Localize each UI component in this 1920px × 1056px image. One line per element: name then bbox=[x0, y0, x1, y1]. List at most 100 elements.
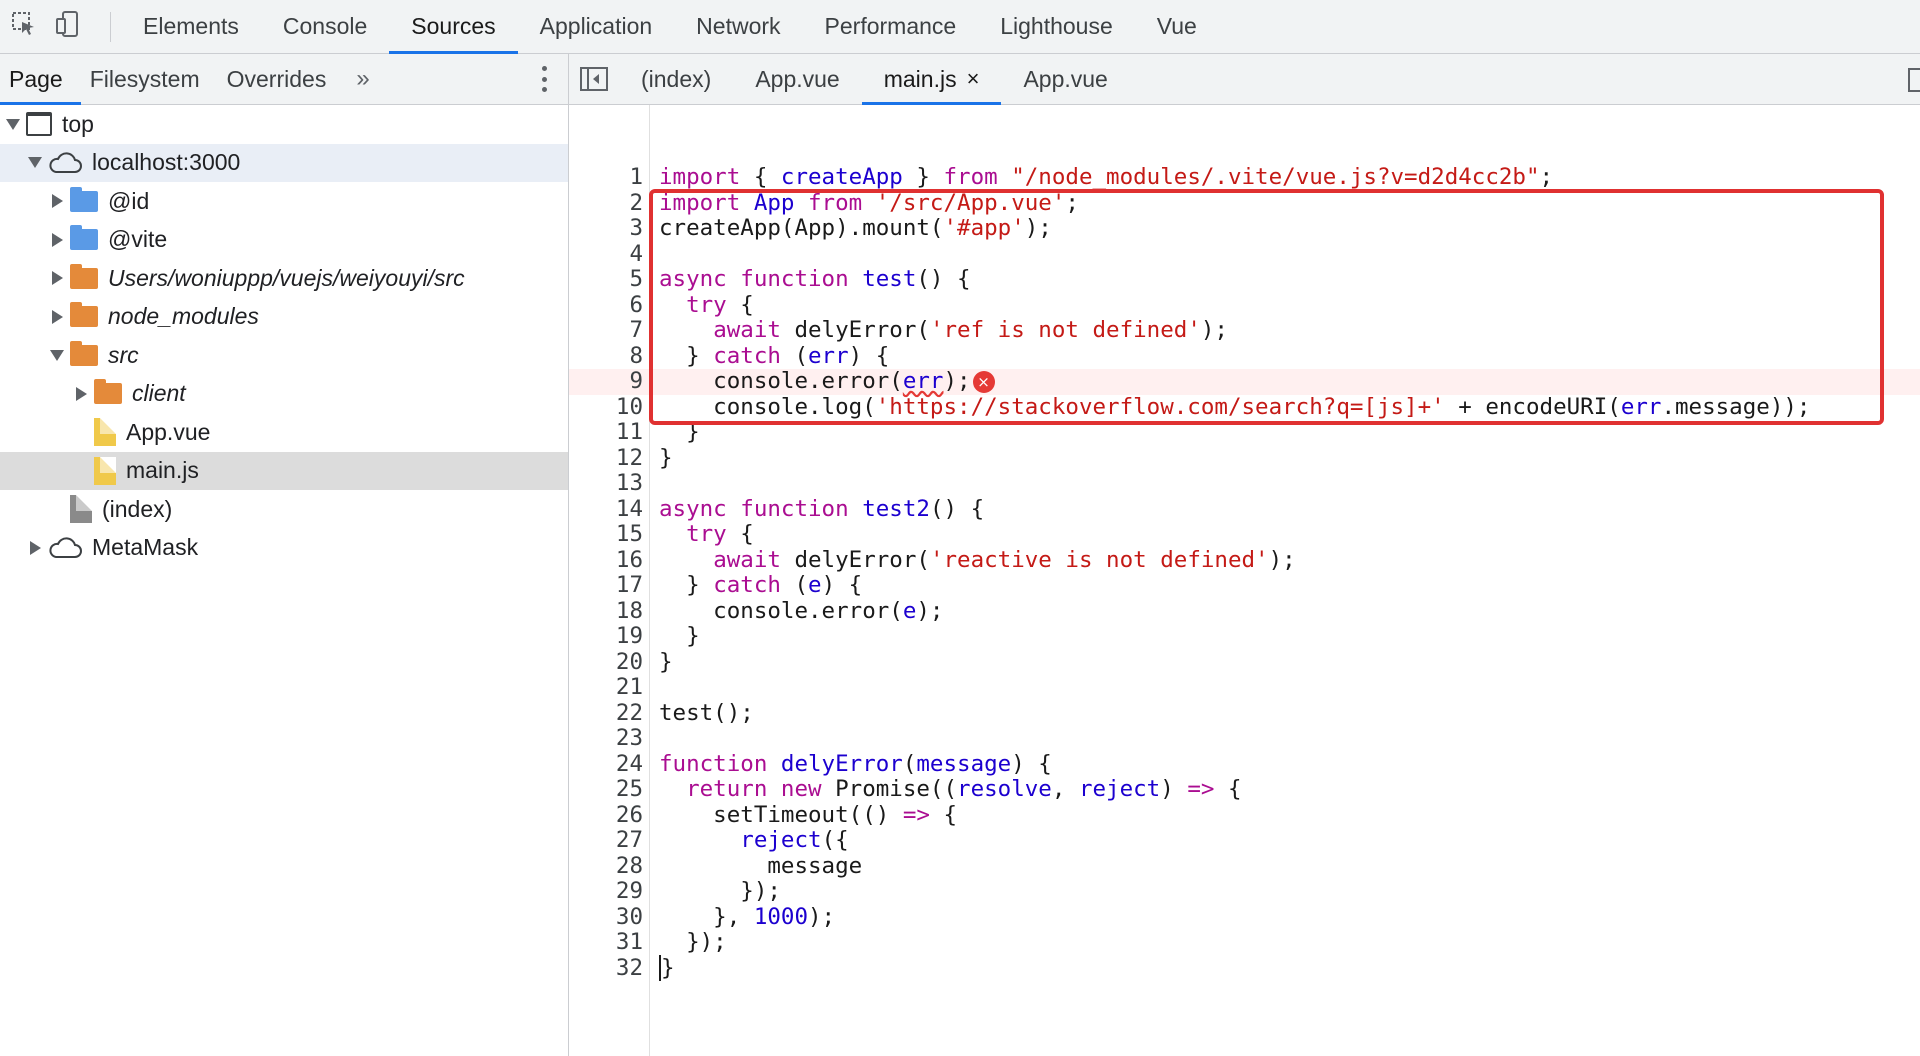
editor-tab[interactable]: App.vue bbox=[1001, 54, 1129, 104]
tree-toggle[interactable] bbox=[44, 271, 70, 286]
line-number[interactable]: 25 bbox=[569, 776, 643, 803]
tab-application[interactable]: Application bbox=[518, 0, 675, 53]
line-number[interactable]: 11 bbox=[569, 419, 643, 446]
line-number[interactable]: 3 bbox=[569, 215, 643, 242]
line-number[interactable]: 24 bbox=[569, 751, 643, 778]
code-token: resolve bbox=[957, 776, 1052, 802]
collapsed-arrow-icon[interactable] bbox=[51, 309, 63, 324]
device-toolbar-icon[interactable] bbox=[54, 10, 82, 43]
line-number[interactable]: 7 bbox=[569, 317, 643, 344]
line-number[interactable]: 23 bbox=[569, 725, 643, 752]
tree-toggle[interactable] bbox=[44, 349, 70, 361]
code-token: '#app' bbox=[943, 215, 1025, 241]
kebab-menu-icon[interactable] bbox=[542, 66, 548, 92]
code-token: } bbox=[659, 954, 675, 981]
tab-sources[interactable]: Sources bbox=[389, 0, 519, 54]
code-token: ; bbox=[1539, 164, 1554, 190]
tab-vue[interactable]: Vue bbox=[1135, 0, 1219, 53]
tree-item[interactable]: top bbox=[0, 105, 568, 144]
line-number[interactable]: 27 bbox=[569, 827, 643, 854]
code-token: return new bbox=[686, 776, 822, 802]
line-number[interactable]: 17 bbox=[569, 572, 643, 599]
tree-toggle[interactable] bbox=[44, 309, 70, 324]
line-number[interactable]: 28 bbox=[569, 853, 643, 880]
line-number[interactable]: 2 bbox=[569, 190, 643, 217]
tree-toggle[interactable] bbox=[0, 118, 26, 130]
code-lines: 1 import { createApp } from "/node_module… bbox=[569, 164, 1920, 982]
line-number[interactable]: 5 bbox=[569, 266, 643, 293]
tree-item[interactable]: main.js bbox=[0, 451, 568, 490]
line-number[interactable]: 26 bbox=[569, 802, 643, 829]
code-token: App bbox=[753, 189, 795, 216]
tree-toggle[interactable] bbox=[44, 232, 70, 247]
line-number[interactable]: 15 bbox=[569, 521, 643, 548]
expanded-arrow-icon[interactable] bbox=[50, 349, 64, 361]
source-editor: (index) App.vue main.js × App.vue 1 import { … bbox=[569, 54, 1920, 1056]
tree-item[interactable]: @id bbox=[0, 182, 568, 221]
tab-lighthouse[interactable]: Lighthouse bbox=[978, 0, 1135, 53]
line-number[interactable]: 9 bbox=[569, 368, 643, 395]
line-number[interactable]: 12 bbox=[569, 445, 643, 472]
frame-icon bbox=[26, 112, 52, 137]
line-number[interactable]: 8 bbox=[569, 343, 643, 370]
tree-item[interactable]: node_modules bbox=[0, 298, 568, 337]
editor-tab[interactable]: App.vue bbox=[733, 54, 861, 104]
line-number[interactable]: 16 bbox=[569, 547, 643, 574]
tree-item[interactable]: Users/woniuppp/vuejs/weiyouyi/src bbox=[0, 259, 568, 298]
tree-item[interactable]: @vite bbox=[0, 221, 568, 260]
line-number[interactable]: 20 bbox=[569, 649, 643, 676]
line-number[interactable]: 31 bbox=[569, 929, 643, 956]
tab-performance[interactable]: Performance bbox=[803, 0, 979, 53]
tree-item[interactable]: src bbox=[0, 336, 568, 375]
line-number[interactable]: 1 bbox=[569, 164, 643, 191]
tree-toggle[interactable] bbox=[22, 540, 48, 555]
tree-item[interactable]: MetaMask bbox=[0, 529, 568, 568]
navigator-tab-filesystem[interactable]: Filesystem bbox=[81, 54, 218, 104]
line-number[interactable]: 30 bbox=[569, 904, 643, 931]
line-number[interactable]: 22 bbox=[569, 700, 643, 727]
line-number[interactable]: 13 bbox=[569, 470, 643, 497]
collapsed-arrow-icon[interactable] bbox=[75, 386, 87, 401]
code-area[interactable]: 1 import { createApp } from "/node_module… bbox=[569, 105, 1920, 1056]
tab-elements[interactable]: Elements bbox=[121, 0, 261, 53]
close-icon[interactable]: × bbox=[967, 66, 980, 92]
tab-console[interactable]: Console bbox=[261, 0, 389, 53]
collapsed-arrow-icon[interactable] bbox=[51, 232, 63, 247]
code-token: err bbox=[1620, 393, 1662, 420]
expanded-arrow-icon[interactable] bbox=[6, 118, 20, 130]
inspect-element-icon[interactable] bbox=[10, 10, 38, 43]
toggle-navigator-icon[interactable] bbox=[569, 54, 619, 104]
tree-item[interactable]: App.vue bbox=[0, 413, 568, 452]
more-tabs-button[interactable]: » bbox=[344, 54, 381, 104]
editor-tab[interactable]: main.js × bbox=[861, 54, 1002, 105]
navigator-tab-overrides[interactable]: Overrides bbox=[218, 54, 345, 104]
toggle-debugger-icon[interactable] bbox=[1908, 68, 1920, 92]
editor-tab[interactable]: (index) bbox=[619, 54, 733, 104]
line-number[interactable]: 10 bbox=[569, 394, 643, 421]
code-text: } catch (e) { bbox=[659, 572, 862, 599]
line-number[interactable]: 29 bbox=[569, 878, 643, 905]
line-number[interactable]: 14 bbox=[569, 496, 643, 523]
tree-item[interactable]: (index) bbox=[0, 490, 568, 529]
tree-toggle[interactable] bbox=[68, 386, 94, 401]
tree-toggle[interactable] bbox=[22, 157, 48, 169]
collapsed-arrow-icon[interactable] bbox=[29, 540, 41, 555]
collapsed-arrow-icon[interactable] bbox=[51, 271, 63, 286]
tab-network[interactable]: Network bbox=[674, 0, 802, 53]
tree-item[interactable]: localhost:3000 bbox=[0, 143, 568, 182]
line-number[interactable]: 18 bbox=[569, 598, 643, 625]
error-icon[interactable]: × bbox=[972, 370, 995, 393]
line-number[interactable]: 19 bbox=[569, 623, 643, 650]
tree-item-label: top bbox=[62, 110, 94, 137]
line-number[interactable]: 6 bbox=[569, 292, 643, 319]
tree-item[interactable]: client bbox=[0, 375, 568, 414]
line-number[interactable]: 4 bbox=[569, 241, 643, 268]
tree-toggle[interactable] bbox=[44, 194, 70, 209]
line-number[interactable]: 21 bbox=[569, 674, 643, 701]
collapsed-arrow-icon[interactable] bbox=[51, 194, 63, 209]
navigator-tab-page[interactable]: Page bbox=[0, 54, 81, 105]
code-token: ) { bbox=[1011, 750, 1052, 777]
expanded-arrow-icon[interactable] bbox=[28, 157, 42, 169]
line-number[interactable]: 32 bbox=[569, 955, 643, 982]
